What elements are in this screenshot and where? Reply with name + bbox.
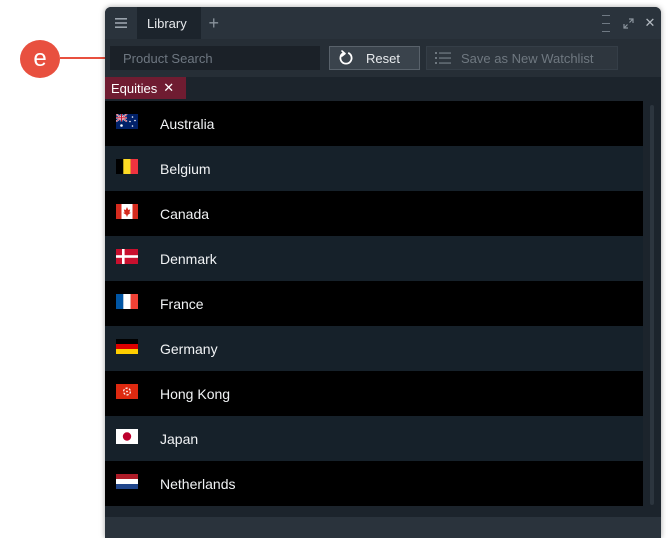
add-tab-button[interactable]: + — [201, 7, 227, 39]
list-item[interactable]: France — [105, 281, 643, 326]
netherlands-flag-icon — [116, 474, 138, 489]
product-search-input[interactable] — [111, 47, 319, 69]
denmark-flag-icon — [116, 249, 138, 264]
country-name: Canada — [160, 205, 210, 222]
close-window-button[interactable]: ✕ — [639, 7, 661, 39]
callout-badge: e — [20, 40, 60, 78]
filter-bar: Equities ✕ — [105, 77, 661, 101]
expand-icon[interactable] — [617, 7, 639, 39]
scrollbar-thumb[interactable] — [650, 105, 654, 505]
drag-grip-icon[interactable] — [601, 7, 611, 39]
country-name: Japan — [160, 430, 199, 447]
save-as-watchlist-label: Save as New Watchlist — [461, 50, 594, 66]
window-footer — [105, 517, 661, 538]
product-search-field[interactable] — [110, 46, 320, 70]
toolbar: Reset Save as New Watchlist — [105, 39, 661, 77]
country-name: Hong Kong — [160, 385, 231, 402]
tab-library-label: Library — [147, 15, 187, 31]
country-list: Australia Belgium Canada Denmark France — [105, 101, 643, 506]
plus-icon: + — [208, 12, 219, 33]
country-name: Netherlands — [160, 475, 236, 492]
belgium-flag-icon — [116, 159, 138, 174]
list-item[interactable]: Hong Kong — [105, 371, 643, 416]
list-item[interactable]: Germany — [105, 326, 643, 371]
france-flag-icon — [116, 294, 138, 309]
country-name: Germany — [160, 340, 218, 357]
country-name: Belgium — [160, 160, 211, 177]
library-window: Library + ✕ Reset — [105, 7, 661, 538]
list-item[interactable]: Netherlands — [105, 461, 643, 506]
list-scrollbar[interactable] — [643, 101, 661, 517]
remove-filter-icon[interactable]: ✕ — [163, 80, 174, 96]
list-item[interactable]: Canada — [105, 191, 643, 236]
country-name: France — [160, 295, 204, 312]
close-icon: ✕ — [644, 15, 656, 30]
reset-label: Reset — [366, 50, 400, 66]
save-as-watchlist-button[interactable]: Save as New Watchlist — [426, 46, 618, 70]
title-bar: Library + ✕ — [105, 7, 661, 39]
hong-kong-flag-icon — [116, 384, 138, 399]
country-name: Denmark — [160, 250, 217, 267]
filter-chip-equities: Equities ✕ — [105, 77, 187, 99]
list-item[interactable]: Japan — [105, 416, 643, 461]
japan-flag-icon — [116, 429, 138, 444]
canada-flag-icon — [116, 204, 138, 219]
list-item[interactable]: Denmark — [105, 236, 643, 281]
reset-button[interactable]: Reset — [329, 46, 420, 70]
list-item[interactable]: Australia — [105, 101, 643, 146]
list-item[interactable]: Belgium — [105, 146, 643, 191]
hamburger-menu-icon[interactable] — [105, 7, 137, 39]
tab-library[interactable]: Library — [137, 7, 201, 39]
germany-flag-icon — [116, 339, 138, 354]
reset-icon — [339, 50, 353, 65]
australia-flag-icon — [116, 114, 138, 129]
filter-chip-label: Equities — [111, 80, 158, 96]
window-controls: ✕ — [601, 7, 661, 39]
country-name: Australia — [160, 115, 215, 132]
list-icon — [435, 52, 451, 64]
